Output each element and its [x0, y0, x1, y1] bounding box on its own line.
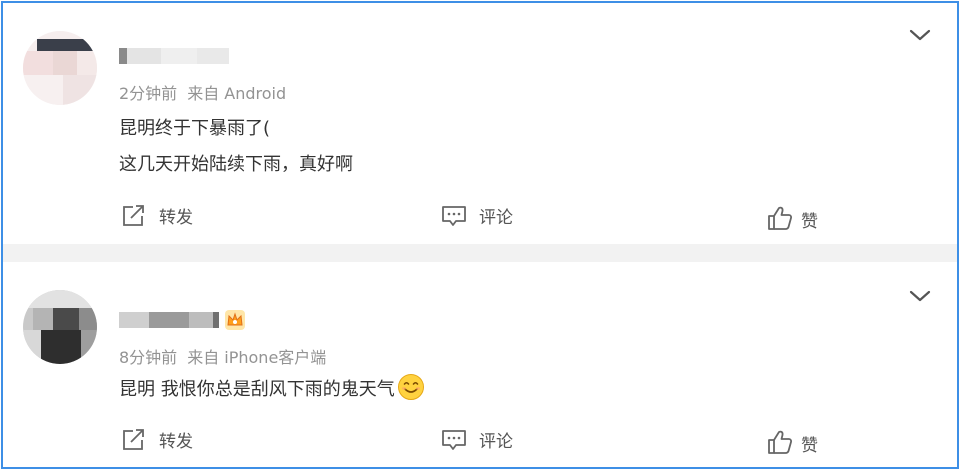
post-time: 8分钟前 — [119, 348, 178, 367]
chevron-down-icon[interactable] — [907, 286, 933, 306]
post-meta: 2分钟前 来自 Android — [119, 80, 286, 104]
comment-card: 8分钟前 来自 iPhone客户端 昆明 我恨你总是刮风下雨的鬼天气 转发 评论… — [3, 262, 957, 467]
post-source: 来自 Android — [187, 84, 287, 103]
username-redacted[interactable] — [119, 48, 229, 64]
avatar[interactable] — [23, 31, 97, 105]
comment-button[interactable]: 评论 — [441, 427, 513, 452]
like-label: 赞 — [801, 436, 818, 456]
like-button[interactable]: 赞 — [767, 427, 818, 456]
like-label: 赞 — [801, 212, 818, 232]
comments-panel: 2分钟前 来自 Android 昆明终于下暴雨了( 这几天开始陆续下雨，真好啊 转… — [1, 1, 959, 469]
crown-icon — [225, 310, 245, 330]
card-separator — [3, 244, 957, 262]
smile-emoji-icon — [397, 374, 424, 400]
post-text-line: 昆明终于下暴雨了( — [119, 118, 271, 139]
post-text: 昆明 我恨你总是刮风下雨的鬼天气 — [119, 379, 395, 400]
avatar[interactable] — [23, 290, 97, 364]
repost-label: 转发 — [159, 208, 193, 228]
repost-icon — [123, 428, 144, 450]
repost-label: 转发 — [159, 432, 193, 452]
thumbs-up-icon — [768, 430, 793, 454]
like-button[interactable]: 赞 — [767, 203, 818, 232]
post-text-line: 昆明 我恨你总是刮风下雨的鬼天气 — [119, 373, 425, 401]
repost-icon — [123, 204, 144, 226]
comment-label: 评论 — [479, 208, 513, 228]
comment-icon — [442, 205, 466, 226]
repost-button[interactable]: 转发 — [121, 203, 193, 228]
thumbs-up-icon — [768, 206, 793, 230]
repost-button[interactable]: 转发 — [121, 427, 193, 452]
post-meta: 8分钟前 来自 iPhone客户端 — [119, 344, 326, 368]
chevron-down-icon[interactable] — [907, 25, 933, 45]
comment-card: 2分钟前 来自 Android 昆明终于下暴雨了( 这几天开始陆续下雨，真好啊 转… — [3, 3, 957, 244]
username-redacted[interactable] — [119, 312, 219, 328]
post-text-line: 这几天开始陆续下雨，真好啊 — [119, 154, 353, 175]
comment-icon — [442, 429, 466, 450]
comment-button[interactable]: 评论 — [441, 203, 513, 228]
post-time: 2分钟前 — [119, 84, 178, 103]
comment-label: 评论 — [479, 432, 513, 452]
post-source: 来自 iPhone客户端 — [187, 348, 327, 367]
